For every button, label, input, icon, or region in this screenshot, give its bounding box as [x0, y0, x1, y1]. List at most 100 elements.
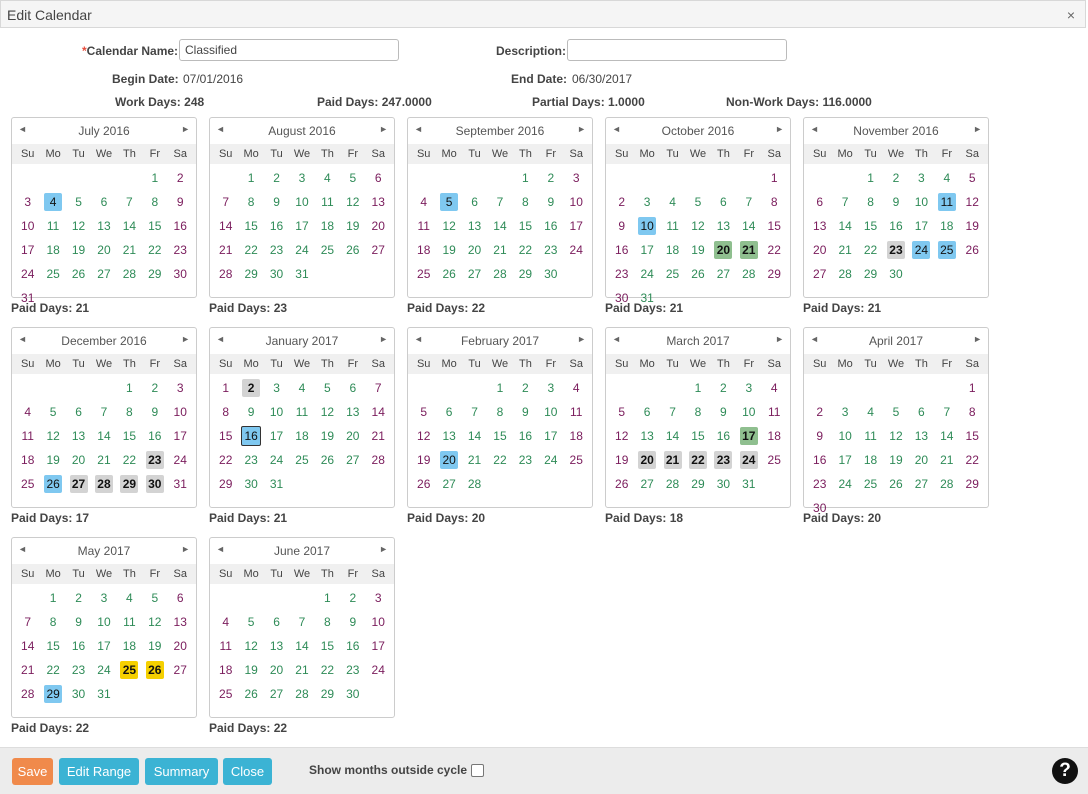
- day-cell[interactable]: 30: [344, 685, 362, 703]
- day-cell[interactable]: 4: [293, 379, 311, 397]
- day-cell[interactable]: 16: [241, 426, 262, 446]
- day-cell[interactable]: 24: [95, 661, 113, 679]
- day-cell[interactable]: 17: [268, 427, 286, 445]
- day-cell[interactable]: 16: [542, 217, 560, 235]
- day-cell[interactable]: 18: [862, 451, 880, 469]
- day-cell[interactable]: 10: [171, 403, 189, 421]
- day-cell[interactable]: 21: [938, 451, 956, 469]
- day-cell[interactable]: 4: [44, 193, 63, 211]
- day-cell[interactable]: 24: [293, 241, 311, 259]
- day-cell[interactable]: 23: [242, 451, 260, 469]
- day-cell[interactable]: 14: [836, 217, 854, 235]
- day-cell[interactable]: 19: [887, 451, 905, 469]
- day-cell[interactable]: 14: [491, 217, 509, 235]
- day-cell[interactable]: 14: [664, 427, 682, 445]
- day-cell[interactable]: 20: [912, 451, 930, 469]
- day-cell[interactable]: 4: [862, 403, 880, 421]
- day-cell[interactable]: 13: [171, 613, 189, 631]
- day-cell[interactable]: 20: [811, 241, 829, 259]
- day-cell[interactable]: 6: [268, 613, 286, 631]
- day-cell[interactable]: 4: [664, 193, 682, 211]
- day-cell[interactable]: 4: [415, 193, 433, 211]
- day-cell[interactable]: 29: [217, 475, 235, 493]
- day-cell[interactable]: 27: [95, 265, 113, 283]
- day-cell[interactable]: 28: [217, 265, 235, 283]
- day-cell[interactable]: 31: [740, 475, 758, 493]
- day-cell[interactable]: 14: [95, 427, 113, 445]
- day-cell[interactable]: 2: [887, 169, 905, 187]
- day-cell[interactable]: 16: [171, 217, 189, 235]
- day-cell[interactable]: 6: [95, 193, 113, 211]
- day-cell[interactable]: 25: [664, 265, 682, 283]
- day-cell[interactable]: 26: [963, 241, 981, 259]
- day-cell[interactable]: 8: [120, 403, 138, 421]
- day-cell[interactable]: 11: [567, 403, 585, 421]
- day-cell[interactable]: 29: [862, 265, 880, 283]
- day-cell[interactable]: 12: [44, 427, 62, 445]
- day-cell[interactable]: 25: [217, 685, 235, 703]
- day-cell[interactable]: 6: [70, 403, 88, 421]
- day-cell[interactable]: 24: [542, 451, 560, 469]
- day-cell[interactable]: 1: [120, 379, 138, 397]
- day-cell[interactable]: 13: [70, 427, 88, 445]
- next-month-icon[interactable]: ►: [775, 334, 784, 344]
- day-cell[interactable]: 28: [293, 685, 311, 703]
- day-cell[interactable]: 14: [369, 403, 387, 421]
- day-cell[interactable]: 22: [217, 451, 235, 469]
- day-cell[interactable]: 19: [146, 637, 164, 655]
- day-cell[interactable]: 10: [19, 217, 37, 235]
- day-cell[interactable]: 27: [171, 661, 189, 679]
- day-cell[interactable]: 6: [811, 193, 829, 211]
- day-cell[interactable]: 9: [811, 427, 829, 445]
- day-cell[interactable]: 8: [689, 403, 707, 421]
- day-cell[interactable]: 15: [765, 217, 783, 235]
- next-month-icon[interactable]: ►: [181, 334, 190, 344]
- day-cell[interactable]: 10: [268, 403, 286, 421]
- day-cell[interactable]: 6: [171, 589, 189, 607]
- day-cell[interactable]: 23: [344, 661, 362, 679]
- day-cell[interactable]: 16: [146, 427, 164, 445]
- prev-month-icon[interactable]: ◄: [18, 544, 27, 554]
- day-cell[interactable]: 13: [440, 427, 458, 445]
- prev-month-icon[interactable]: ◄: [810, 334, 819, 344]
- day-cell[interactable]: 27: [344, 451, 362, 469]
- day-cell[interactable]: 15: [963, 427, 981, 445]
- day-cell[interactable]: 14: [740, 217, 758, 235]
- day-cell[interactable]: 21: [491, 241, 509, 259]
- day-cell[interactable]: 23: [613, 265, 631, 283]
- day-cell[interactable]: 2: [714, 379, 732, 397]
- day-cell[interactable]: 22: [44, 661, 62, 679]
- day-cell[interactable]: 6: [369, 169, 387, 187]
- day-cell[interactable]: 18: [19, 451, 37, 469]
- day-cell[interactable]: 16: [811, 451, 829, 469]
- day-cell[interactable]: 31: [171, 475, 189, 493]
- day-cell[interactable]: 19: [344, 217, 362, 235]
- day-cell[interactable]: 22: [242, 241, 260, 259]
- day-cell[interactable]: 5: [44, 403, 62, 421]
- day-cell[interactable]: 29: [44, 685, 63, 703]
- day-cell[interactable]: 18: [217, 661, 235, 679]
- close-button[interactable]: Close: [223, 758, 272, 785]
- day-cell[interactable]: 8: [963, 403, 981, 421]
- prev-month-icon[interactable]: ◄: [216, 334, 225, 344]
- day-cell[interactable]: 21: [466, 451, 484, 469]
- day-cell[interactable]: 20: [171, 637, 189, 655]
- day-cell[interactable]: 3: [567, 169, 585, 187]
- day-cell[interactable]: 4: [765, 379, 783, 397]
- day-cell[interactable]: 30: [242, 475, 260, 493]
- day-cell[interactable]: 11: [415, 217, 433, 235]
- day-cell[interactable]: 26: [887, 475, 905, 493]
- day-cell[interactable]: 25: [415, 265, 433, 283]
- day-cell[interactable]: 9: [613, 217, 631, 235]
- day-cell[interactable]: 5: [613, 403, 631, 421]
- day-cell[interactable]: 26: [318, 451, 336, 469]
- day-cell[interactable]: 26: [689, 265, 707, 283]
- day-cell[interactable]: 3: [369, 589, 387, 607]
- day-cell[interactable]: 28: [19, 685, 37, 703]
- day-cell[interactable]: 25: [318, 241, 336, 259]
- day-cell[interactable]: 28: [94, 475, 113, 493]
- day-cell[interactable]: 11: [862, 427, 880, 445]
- next-month-icon[interactable]: ►: [973, 124, 982, 134]
- day-cell[interactable]: 18: [415, 241, 433, 259]
- day-cell[interactable]: 22: [120, 451, 138, 469]
